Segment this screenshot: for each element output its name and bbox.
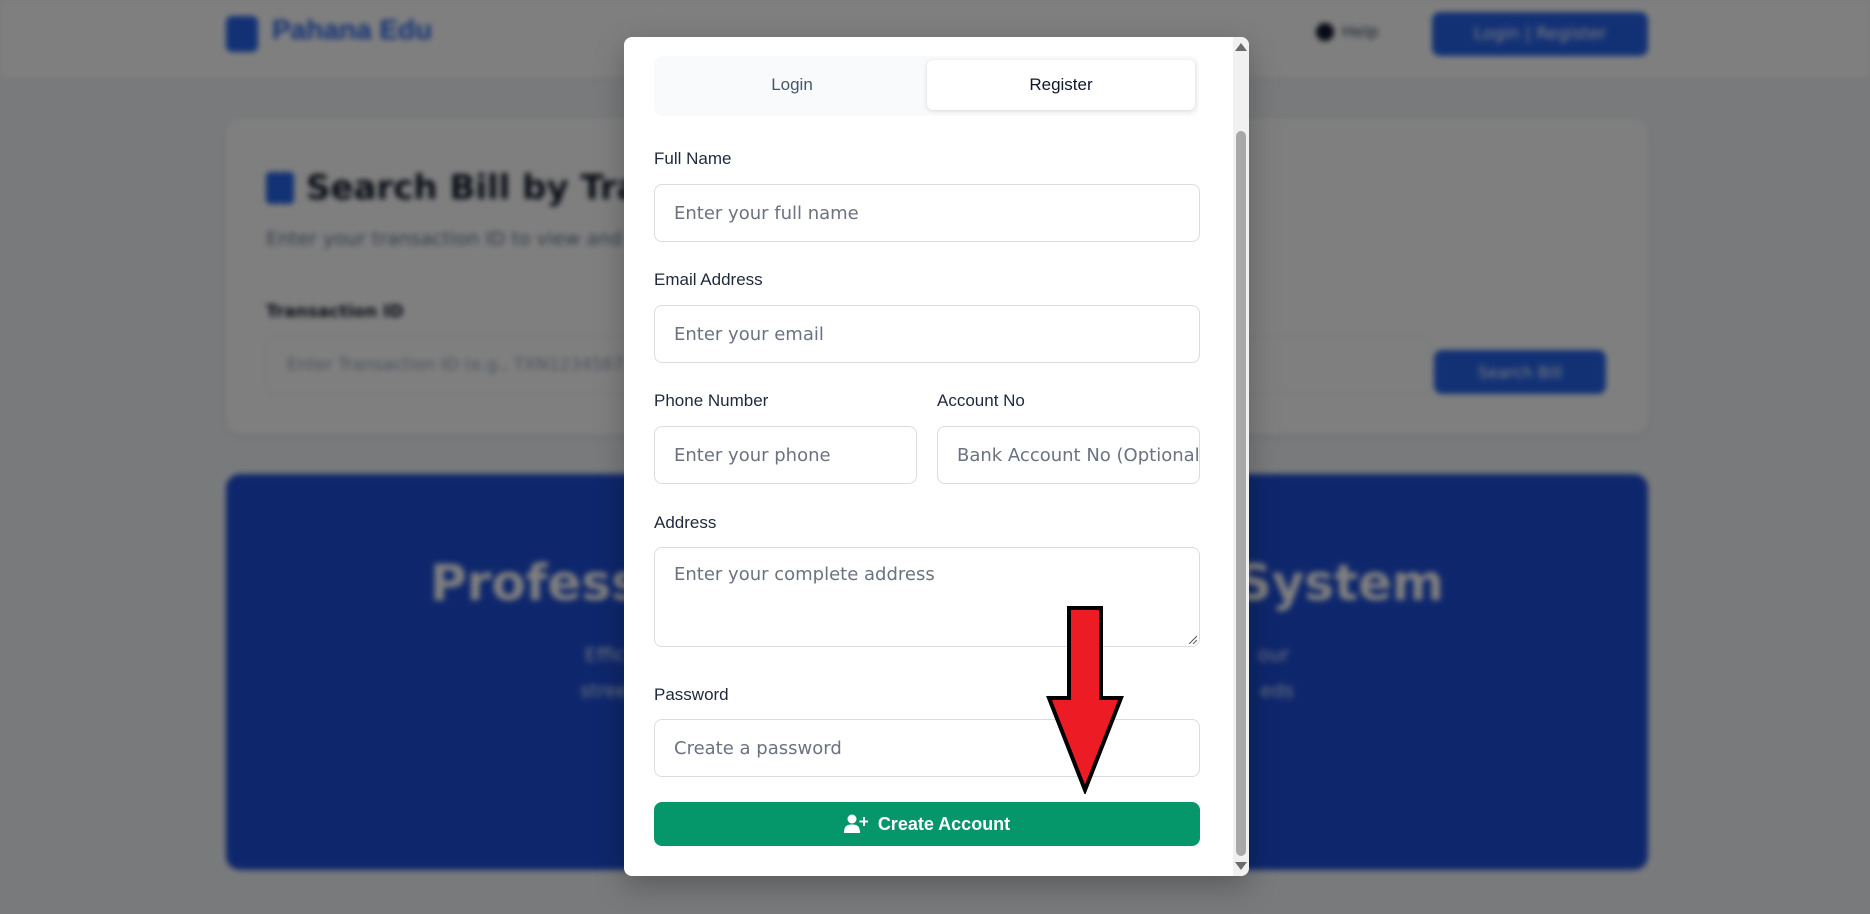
email-label: Email Address [654, 270, 763, 289]
phone-label: Phone Number [654, 391, 769, 410]
user-plus-icon [843, 814, 868, 833]
resize-handle-icon[interactable] [1187, 634, 1197, 644]
address-placeholder: Enter your complete address [674, 564, 935, 585]
scroll-down-arrow-icon[interactable] [1235, 862, 1247, 870]
full-name-input[interactable]: Enter your full name [654, 184, 1200, 242]
full-name-label: Full Name [654, 149, 732, 168]
password-label: Password [654, 685, 729, 704]
tab-register[interactable]: Register [927, 60, 1195, 110]
modal-scrollbar[interactable] [1233, 37, 1249, 876]
scroll-thumb[interactable] [1236, 131, 1246, 856]
auth-modal: Login Register Full Name Enter your full… [624, 37, 1249, 876]
create-account-label: Create Account [877, 813, 1011, 834]
red-down-arrow-icon [1046, 606, 1124, 794]
create-account-button[interactable]: Create Account [654, 802, 1200, 846]
address-label: Address [654, 513, 717, 532]
auth-tabs: Login Register [654, 56, 1199, 116]
scroll-up-arrow-icon[interactable] [1235, 43, 1247, 51]
tab-login[interactable]: Login [658, 60, 926, 110]
email-input[interactable]: Enter your email [654, 305, 1200, 363]
account-no-label: Account No [937, 391, 1025, 410]
account-no-input[interactable]: Bank Account No (Optional) [937, 426, 1200, 484]
phone-input[interactable]: Enter your phone [654, 426, 917, 484]
